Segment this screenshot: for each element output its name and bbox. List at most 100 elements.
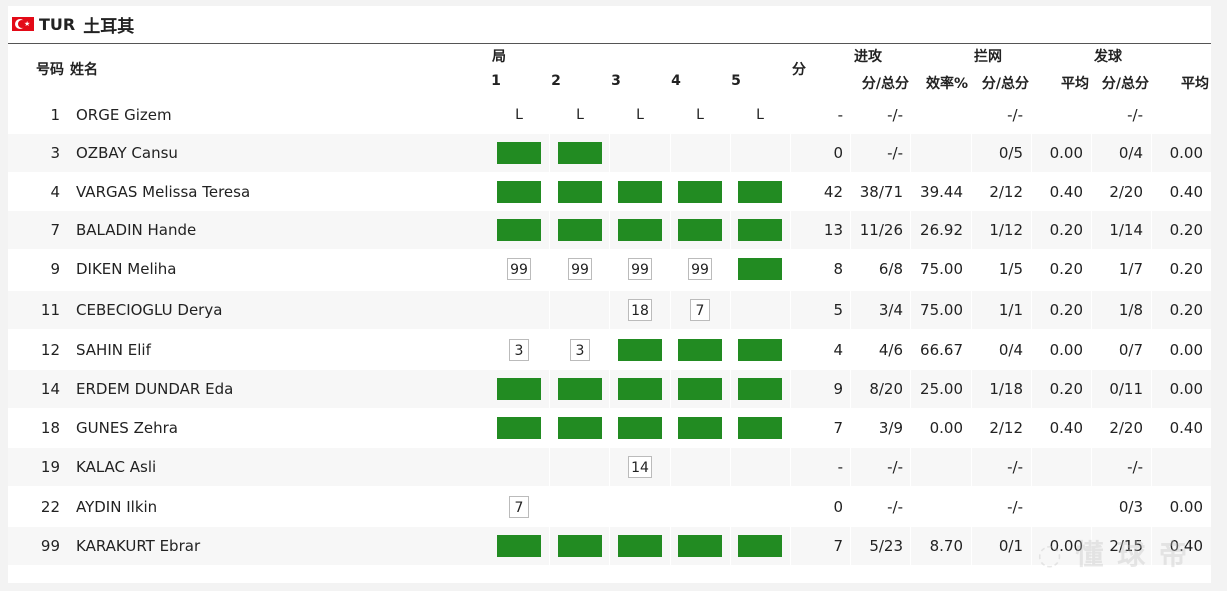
column-separator	[670, 527, 671, 565]
set-3-cell	[610, 211, 670, 249]
set-4-cell	[670, 488, 730, 526]
set-1-cell	[489, 211, 549, 249]
set-2-cell	[550, 409, 610, 447]
column-separator	[730, 488, 731, 526]
set-4-cell	[670, 331, 730, 369]
set-1-cell: 99	[489, 250, 549, 288]
table-row: 19 KALAC Asli 14- -/- -/- -/-	[8, 448, 1211, 486]
set-played-marker	[497, 219, 541, 241]
set-played-marker	[678, 535, 722, 557]
set-played-marker	[678, 339, 722, 361]
set-played-marker	[678, 219, 722, 241]
player-name: OZBAY Cansu	[76, 144, 178, 162]
set-1-cell	[489, 448, 549, 486]
set-3-cell	[610, 409, 670, 447]
table-row: 22 AYDIN Ilkin 7 0 -/- -/- 0/3 0.00	[8, 488, 1211, 526]
set-played-marker	[558, 219, 602, 241]
player-number: 7	[50, 221, 60, 239]
set-played-marker	[558, 142, 602, 164]
table-row: 11 CEBECIOGLU Derya 18 7 5 3/4 75.00 1/1 0.20 1/8…	[8, 291, 1211, 329]
set-played-marker	[497, 142, 541, 164]
column-separator	[549, 409, 550, 447]
column-separator	[609, 173, 610, 211]
set-substitution-badge: 3	[509, 339, 529, 361]
set-libero-label: L	[576, 107, 584, 123]
column-separator	[670, 370, 671, 408]
header-serve-avg: 平均	[1181, 76, 1209, 92]
header-set-2: 2	[551, 73, 561, 89]
set-2-cell	[550, 488, 610, 526]
set-2-cell	[550, 448, 610, 486]
set-2-cell	[550, 527, 610, 565]
header-sets: 局	[492, 49, 506, 65]
set-played-marker	[618, 535, 662, 557]
set-4-cell: 99	[670, 250, 730, 288]
set-2-cell: 3	[550, 331, 610, 369]
set-played-marker	[618, 219, 662, 241]
column-separator	[609, 211, 610, 249]
table-row: 99 KARAKURT Ebrar 7 5/23 8.70 0/1 0.00 2/15 0.40	[8, 527, 1211, 565]
header-divider	[8, 43, 1211, 44]
serve-average: 0.40	[1169, 419, 1203, 437]
set-1-cell	[489, 409, 549, 447]
serve-average: 0.40	[1169, 183, 1203, 201]
set-substitution-badge: 14	[628, 456, 652, 478]
header-set-1: 1	[491, 73, 501, 89]
column-separator	[730, 370, 731, 408]
set-2-cell	[550, 370, 610, 408]
column-separator	[730, 134, 731, 172]
column-separator	[549, 527, 550, 565]
set-1-cell	[489, 527, 549, 565]
column-separator	[549, 291, 550, 329]
column-separator	[549, 250, 550, 288]
set-substitution-badge: 3	[570, 339, 590, 361]
team-code: TUR	[39, 14, 76, 34]
header-block: 拦网	[974, 49, 1002, 65]
header-block-avg: 平均	[1061, 76, 1089, 92]
set-1-cell: L	[489, 96, 549, 134]
header-set-4: 4	[671, 73, 681, 89]
header-attack-eff: 效率%	[925, 76, 968, 92]
set-1-cell	[489, 291, 549, 329]
player-name: GUNES Zehra	[76, 419, 178, 437]
set-1-cell	[489, 370, 549, 408]
column-separator	[670, 96, 671, 134]
column-separator	[670, 211, 671, 249]
header-name: 姓名	[70, 62, 98, 78]
set-substitution-badge: 18	[628, 299, 652, 321]
header-serve-score: 分/总分	[1101, 76, 1149, 92]
set-4-cell	[670, 211, 730, 249]
set-4-cell: L	[670, 96, 730, 134]
player-name: BALADIN Hande	[76, 221, 197, 239]
column-separator	[730, 173, 731, 211]
column-separator	[549, 331, 550, 369]
column-separator	[670, 448, 671, 486]
set-libero-label: L	[756, 107, 764, 123]
serve-average: 0.20	[1169, 260, 1203, 278]
set-2-cell	[550, 134, 610, 172]
player-name: KALAC Asli	[76, 458, 157, 476]
set-2-cell	[550, 173, 610, 211]
set-2-cell	[550, 291, 610, 329]
set-4-cell	[670, 134, 730, 172]
set-played-marker	[678, 417, 722, 439]
serve-average: 0.00	[1169, 498, 1203, 516]
set-played-marker	[558, 535, 602, 557]
set-libero-label: L	[515, 107, 523, 123]
player-name: SAHIN Elif	[76, 341, 151, 359]
set-3-cell	[610, 134, 670, 172]
set-libero-label: L	[636, 107, 644, 123]
column-separator	[730, 527, 731, 565]
column-separator	[609, 409, 610, 447]
table-row: 9 DIKEN Meliha 99 99 99 99 8 6/8 75.00 1/5 0.20 1/7…	[8, 250, 1211, 288]
set-played-marker	[497, 417, 541, 439]
column-separator	[730, 448, 731, 486]
header-set-5: 5	[731, 73, 741, 89]
set-played-marker	[618, 378, 662, 400]
set-1-cell	[489, 173, 549, 211]
column-separator	[549, 211, 550, 249]
column-separator	[609, 331, 610, 369]
watermark-logo: ◌ 懂 球 帝	[1037, 538, 1189, 571]
player-number: 22	[40, 498, 60, 516]
column-separator	[549, 173, 550, 211]
